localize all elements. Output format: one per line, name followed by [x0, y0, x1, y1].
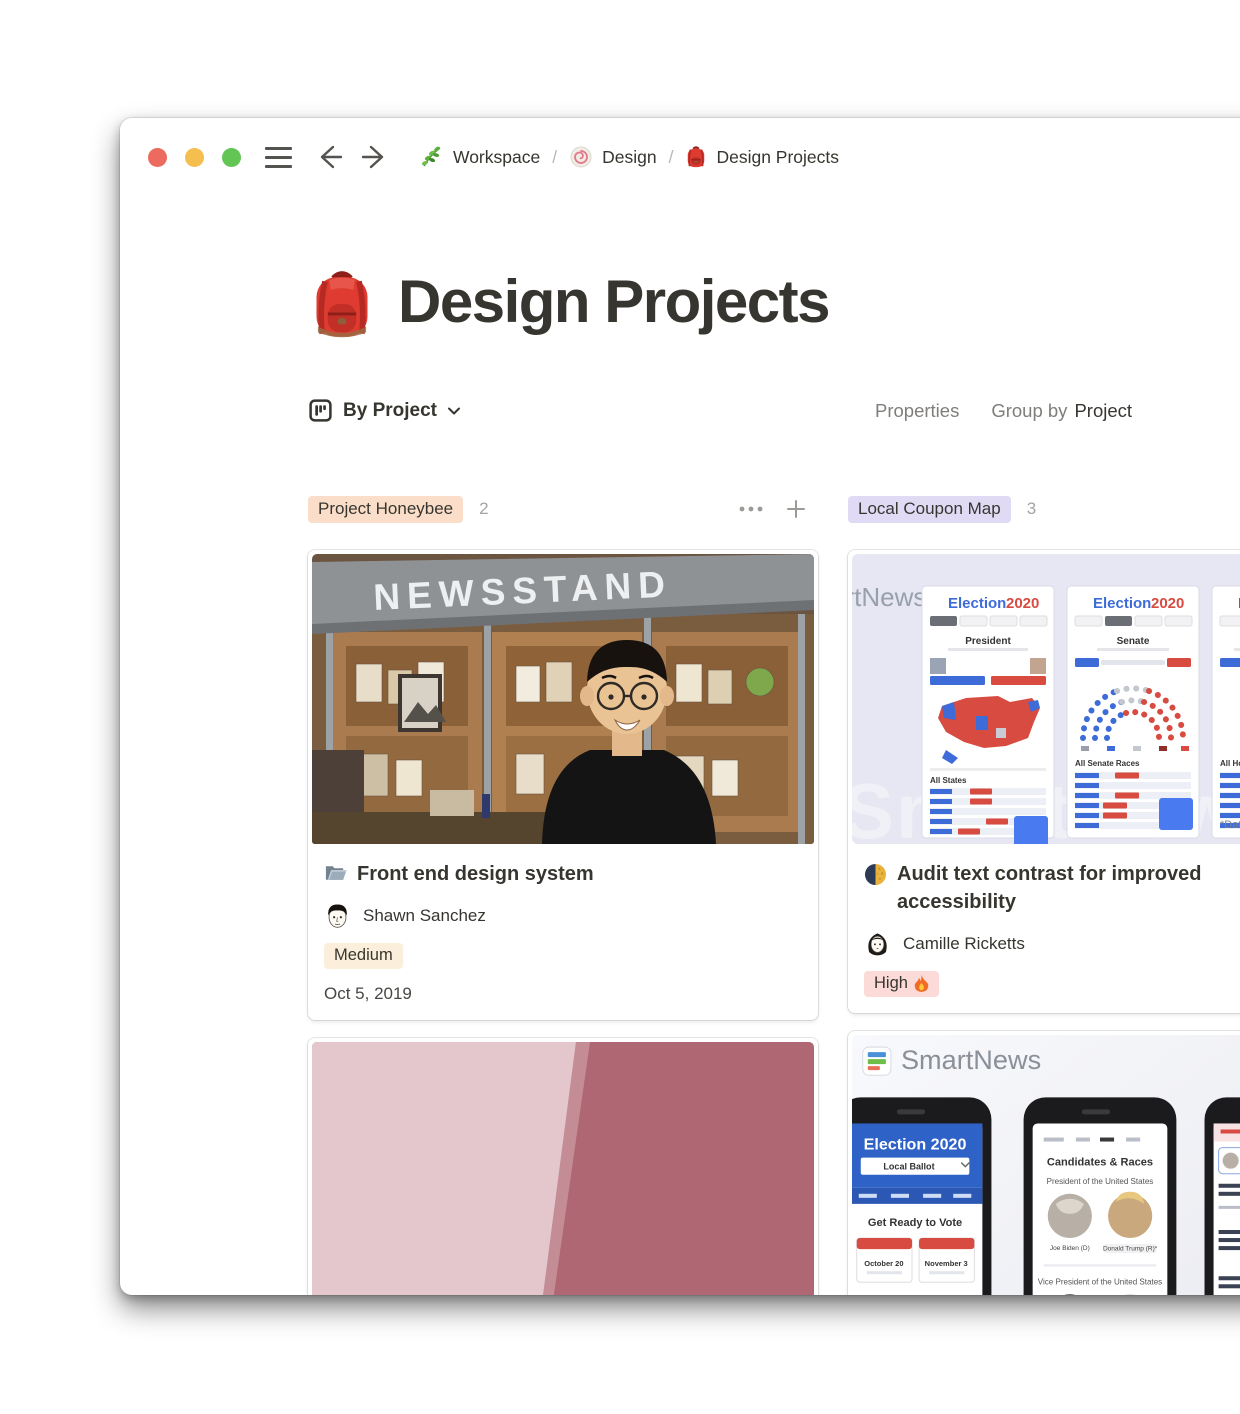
card-cover: SmartNews Election 2020: [848, 1031, 1240, 1295]
president-subheading: President of the United States: [1047, 1177, 1154, 1186]
smartnews-logo-text: SmartNews: [852, 582, 926, 612]
election-brand: Election: [1093, 595, 1151, 612]
card-cover: NEWSSTAND: [308, 550, 818, 848]
screen-heading: President: [965, 636, 1011, 647]
herb-icon: [420, 145, 444, 169]
column-name-badge[interactable]: Project Honeybee: [308, 496, 463, 523]
backpack-icon: [308, 266, 376, 342]
avatar-shawn-sanchez: [324, 902, 351, 929]
breadcrumb-label: Design: [602, 147, 656, 168]
page-title-row: Design Projects: [308, 266, 1240, 342]
sidebar-menu-icon[interactable]: [265, 147, 292, 168]
breadcrumb-workspace[interactable]: Workspace: [416, 145, 544, 169]
election-screens-image: SmartNews SmartNews Election 2020 Presid…: [852, 554, 1240, 844]
breadcrumb-separator: /: [544, 147, 565, 168]
card-body: Audit text contrast for improved accessi…: [848, 848, 1240, 1013]
app-window: Workspace / Design /: [120, 118, 1240, 1295]
group-by-label: Group by: [991, 400, 1067, 422]
breadcrumb-separator: /: [661, 147, 682, 168]
smartnews-logo-text: SmartNews: [901, 1044, 1041, 1075]
candidate-name: Joe Biden (D): [1050, 1245, 1090, 1252]
minimize-window-button[interactable]: [185, 148, 204, 167]
page-title: Design Projects: [398, 266, 829, 338]
screen-heading: Senate: [1117, 636, 1150, 647]
smartnews-phones-image: SmartNews Election 2020: [852, 1035, 1240, 1295]
column-name-badge[interactable]: Local Coupon Map: [848, 496, 1011, 523]
card-assignee: Shawn Sanchez: [324, 902, 802, 929]
election-year: 2020: [1151, 595, 1184, 612]
column-count: 3: [1027, 499, 1036, 519]
vote-heading: Get Ready to Vote: [868, 1217, 962, 1229]
forward-arrow-icon[interactable]: [360, 143, 390, 171]
vote-date: October 20: [864, 1259, 903, 1268]
card-audit-text-contrast[interactable]: SmartNews SmartNews Election 2020 Presid…: [848, 550, 1240, 1013]
breadcrumb: Workspace / Design /: [416, 145, 843, 169]
breadcrumb-label: Workspace: [453, 147, 540, 168]
card-title-row: Front end design system: [324, 860, 754, 888]
phone-header: Election 2020: [864, 1136, 967, 1154]
card-date: Oct 5, 2019: [324, 984, 802, 1004]
column-count: 2: [479, 499, 488, 519]
table-label: All House Races: [1220, 759, 1240, 768]
priority-label: High: [874, 974, 908, 993]
card-pink-paper[interactable]: [308, 1038, 818, 1295]
ballot-label: Local Ballot: [883, 1162, 934, 1172]
fish-cake-icon: [569, 145, 593, 169]
toolbar-controls: Properties Group by Project: [875, 400, 1132, 422]
zoom-window-button[interactable]: [222, 148, 241, 167]
priority-badge: Medium: [324, 943, 403, 969]
card-title: Audit text contrast for improved accessi…: [897, 860, 1240, 916]
data-footnote: *Data shown in so: [1220, 819, 1240, 831]
card-front-end-design-system[interactable]: NEWSSTAND: [308, 550, 818, 1020]
view-toolbar: By Project Properties Group by Project: [308, 398, 1240, 440]
open-folder-icon: [324, 863, 347, 883]
card-cover: SmartNews SmartNews Election 2020 Presid…: [848, 550, 1240, 848]
candidate-name: Donald Trump (R)*: [1103, 1246, 1158, 1253]
titlebar: Workspace / Design /: [120, 118, 1240, 196]
board-view-icon: [308, 398, 333, 423]
priority-badge: High: [864, 971, 939, 997]
group-by-button[interactable]: Group by Project: [991, 400, 1132, 422]
page-content: Design Projects By Project Properties Gr…: [120, 266, 1240, 1295]
column-more-icon[interactable]: [738, 505, 764, 513]
card-title-row: Audit text contrast for improved accessi…: [864, 860, 1240, 916]
newsstand-photo: NEWSSTAND: [312, 554, 814, 844]
half-moon-contrast-icon: [864, 863, 887, 886]
breadcrumb-design[interactable]: Design: [565, 145, 660, 169]
window-controls: [148, 148, 241, 167]
card-cover: [308, 1038, 818, 1295]
board-column-local-coupon-map: Local Coupon Map 3 SmartNews SmartNews: [848, 492, 1240, 1295]
avatar-camille-ricketts: [864, 930, 891, 957]
group-by-value: Project: [1074, 400, 1132, 422]
card-body: Front end design system: [308, 848, 818, 1020]
breadcrumb-design-projects[interactable]: Design Projects: [681, 145, 843, 169]
assignee-name: Camille Ricketts: [903, 934, 1025, 954]
column-header: Project Honeybee 2: [308, 492, 818, 526]
chevron-down-icon: [447, 406, 461, 416]
view-name: By Project: [343, 400, 437, 422]
election-brand: Election: [948, 595, 1006, 612]
board-column-project-honeybee: Project Honeybee 2: [308, 492, 818, 1295]
assignee-name: Shawn Sanchez: [363, 906, 486, 926]
vp-subheading: Vice President of the United States: [1038, 1277, 1162, 1286]
pink-paper-photo: [312, 1042, 814, 1295]
add-card-icon[interactable]: [786, 499, 806, 519]
card-smartnews-phones[interactable]: SmartNews Election 2020: [848, 1031, 1240, 1295]
column-header: Local Coupon Map 3: [848, 492, 1240, 526]
properties-button[interactable]: Properties: [875, 400, 959, 422]
back-arrow-icon[interactable]: [314, 143, 344, 171]
kanban-board: Project Honeybee 2: [308, 492, 1240, 1295]
priority-label: Medium: [334, 946, 393, 965]
vote-date: November 3: [925, 1259, 968, 1268]
fire-icon: [914, 975, 929, 992]
election-year: 2020: [1006, 595, 1039, 612]
card-title: Front end design system: [357, 860, 594, 888]
table-label: All Senate Races: [1075, 759, 1140, 768]
backpack-icon: [685, 145, 707, 169]
card-assignee: Camille Ricketts: [864, 930, 1240, 957]
candidates-heading: Candidates & Races: [1047, 1157, 1153, 1169]
close-window-button[interactable]: [148, 148, 167, 167]
table-label: All States: [930, 776, 967, 785]
breadcrumb-label: Design Projects: [716, 147, 839, 168]
